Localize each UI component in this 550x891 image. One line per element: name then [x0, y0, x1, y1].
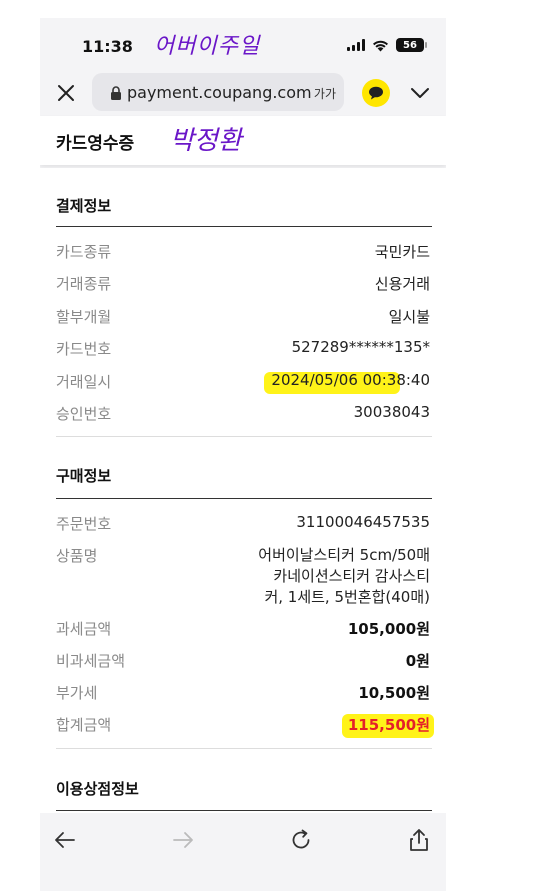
vat-label: 부가세: [56, 684, 98, 702]
chat-bubble-icon: [369, 86, 383, 100]
status-bar: 11:38 어버이주일 56: [40, 18, 446, 70]
kakao-talk-button[interactable]: [362, 79, 390, 107]
close-icon: [58, 85, 74, 101]
cellular-signal-icon: [347, 39, 365, 51]
back-button[interactable]: [52, 827, 78, 853]
divider: [56, 226, 432, 227]
tax-free-amount-value: 0원: [405, 652, 430, 670]
divider: [56, 810, 432, 811]
taxable-amount-label: 과세금액: [56, 620, 112, 638]
transaction-datetime-value: 2024/05/06 00:38:40: [271, 371, 430, 389]
handwritten-annotation-top: 어버이주일: [154, 34, 261, 59]
payment-info-title: 결제정보: [56, 197, 112, 215]
refresh-icon: [292, 829, 310, 849]
arrow-right-icon: [173, 832, 193, 848]
product-name-line: 카네이션스티커 감사스티: [273, 567, 430, 585]
approval-number-value: 30038043: [353, 403, 430, 421]
card-number-label: 카드번호: [56, 340, 112, 358]
url-text: payment.coupang.com: [127, 82, 312, 102]
merchant-info-title: 이용상점정보: [56, 780, 139, 798]
status-time: 11:38: [82, 37, 133, 56]
browser-bottom-bar: [40, 813, 446, 891]
approval-number-label: 승인번호: [56, 405, 112, 423]
phone-screen: 11:38 어버이주일 56 payment.coupang.com 가가 카드…: [40, 18, 446, 891]
receipt-content: 결제정보 카드종류 국민카드 거래종류 신용거래 할부개월 일시불 카드번호 5…: [40, 168, 446, 813]
card-type-label: 카드종류: [56, 243, 112, 261]
order-number-value: 31100046457535: [296, 513, 430, 531]
divider: [56, 498, 432, 499]
order-number-label: 주문번호: [56, 515, 112, 533]
total-amount-label: 합계금액: [56, 716, 112, 734]
share-icon: [410, 829, 428, 851]
expand-menu-button[interactable]: [408, 81, 432, 105]
text-size-button[interactable]: 가가: [314, 85, 336, 102]
installment-value: 일시불: [388, 308, 430, 326]
page-header: 카드영수증 박정환: [40, 116, 446, 165]
status-icons: 56: [347, 38, 427, 52]
installment-label: 할부개월: [56, 308, 112, 326]
handwritten-annotation-name: 박정환: [170, 126, 242, 156]
chevron-down-icon: [411, 88, 429, 98]
battery-icon: 56: [396, 38, 427, 52]
transaction-type-value: 신용거래: [374, 275, 430, 293]
taxable-amount-value: 105,000원: [347, 620, 430, 638]
close-button[interactable]: [54, 81, 78, 105]
total-amount-value: 115,500원: [347, 716, 430, 734]
transaction-type-label: 거래종류: [56, 275, 112, 293]
transaction-datetime-label: 거래일시: [56, 373, 112, 391]
product-name-label: 상품명: [56, 547, 98, 565]
divider: [56, 748, 432, 749]
arrow-left-icon: [55, 832, 75, 848]
vat-value: 10,500원: [358, 684, 430, 702]
product-name-line: 어버이날스티커 5cm/50매: [258, 546, 430, 564]
share-button[interactable]: [406, 827, 432, 853]
purchase-info-title: 구매정보: [56, 467, 112, 485]
forward-button[interactable]: [170, 827, 196, 853]
divider: [56, 436, 432, 437]
page-title: 카드영수증: [56, 134, 135, 154]
url-field[interactable]: payment.coupang.com 가가: [92, 73, 344, 111]
reload-button[interactable]: [288, 827, 314, 853]
tax-free-amount-label: 비과세금액: [56, 652, 126, 670]
browser-address-bar: payment.coupang.com 가가: [40, 70, 446, 116]
product-name-value: 어버이날스티커 5cm/50매 카네이션스티커 감사스티 커, 1세트, 5번혼…: [230, 545, 430, 608]
product-name-line: 커, 1세트, 5번혼합(40매): [264, 588, 430, 606]
card-number-value: 527289******135*: [291, 338, 430, 356]
wifi-icon: [372, 39, 389, 52]
lock-icon: [110, 85, 122, 100]
card-type-value: 국민카드: [374, 243, 430, 261]
